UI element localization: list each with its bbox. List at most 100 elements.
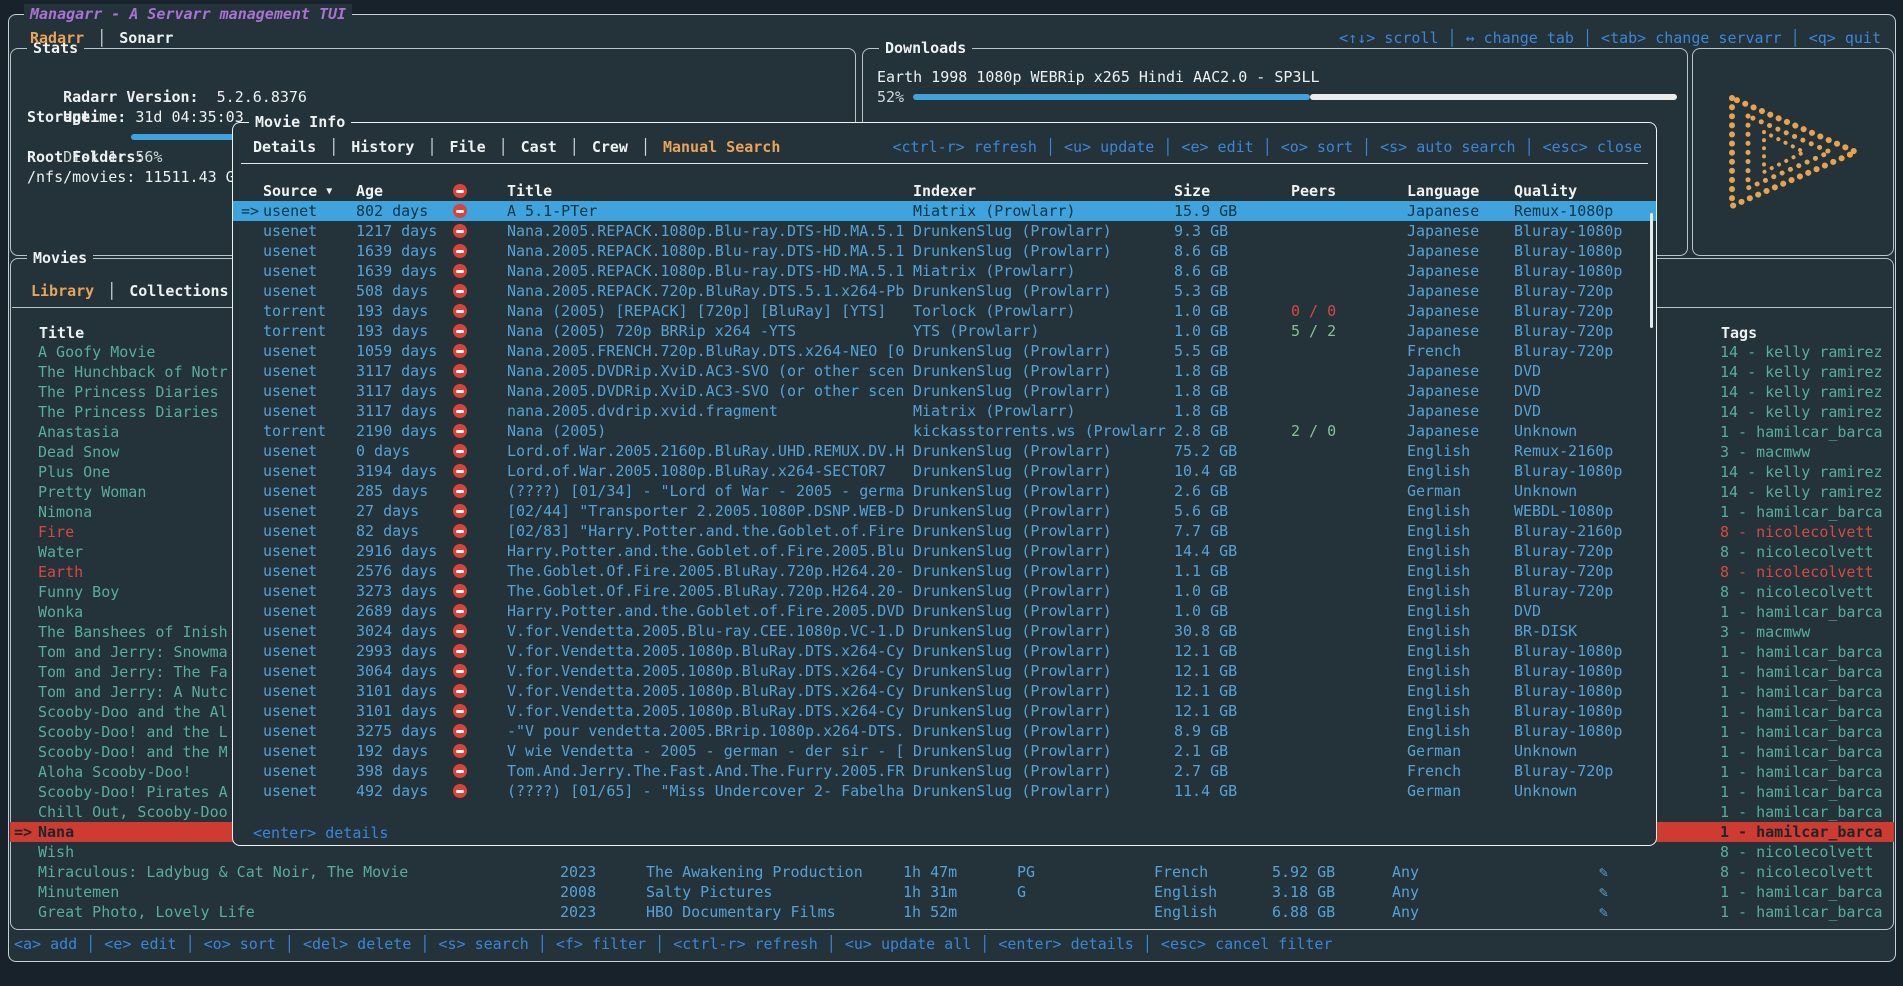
- movie-tag: 1 - hamilcar_barca: [1720, 742, 1883, 762]
- release-size: 75.2 GB: [1174, 441, 1237, 461]
- tab-cast[interactable]: Cast: [521, 137, 557, 157]
- tab-details[interactable]: Details: [253, 137, 316, 157]
- release-age: 1059 days: [356, 341, 437, 361]
- release-row[interactable]: usenet 3275 days -"V pour vendetta.2005.…: [233, 721, 1656, 741]
- release-row[interactable]: usenet 2576 days The.Goblet.Of.Fire.2005…: [233, 561, 1656, 581]
- tab-library[interactable]: Library: [31, 281, 94, 301]
- movies-tags-header[interactable]: Tags: [1721, 323, 1757, 343]
- movie-size: 3.18 GB: [1272, 882, 1335, 902]
- release-age: 1639 days: [356, 241, 437, 261]
- header-source[interactable]: Source ▼: [263, 181, 332, 202]
- release-row[interactable]: usenet 398 days Tom.And.Jerry.The.Fast.A…: [233, 761, 1656, 781]
- movie-title: Minutemen: [38, 882, 119, 902]
- header-indexer[interactable]: Indexer: [913, 181, 976, 201]
- tab-history[interactable]: History: [351, 137, 414, 157]
- movie-tag: 14 - kelly ramirez: [1720, 482, 1883, 502]
- release-row[interactable]: usenet 1639 days Nana.2005.REPACK.1080p.…: [233, 261, 1656, 281]
- tab-radarr[interactable]: Radarr: [30, 28, 84, 48]
- tab-file[interactable]: File: [450, 137, 486, 157]
- header-age[interactable]: Age: [356, 181, 383, 201]
- movie-tag: 14 - kelly ramirez: [1720, 462, 1883, 482]
- movie-row[interactable]: Great Photo, Lovely Life 2023 HBO Docume…: [10, 902, 1894, 922]
- release-row[interactable]: usenet 27 days [02/44] "Transporter 2.20…: [233, 501, 1656, 521]
- release-indexer: DrunkenSlug (Prowlarr): [913, 621, 1169, 641]
- header-quality[interactable]: Quality: [1514, 181, 1577, 201]
- release-list: => usenet 802 days A 5.1-PTer Miatrix (P…: [233, 201, 1656, 801]
- release-row[interactable]: usenet 3064 days V.for.Vendetta.2005.108…: [233, 661, 1656, 681]
- tab-sonarr[interactable]: Sonarr: [119, 28, 173, 48]
- movie-tag: 1 - hamilcar_barca: [1720, 502, 1883, 522]
- release-row[interactable]: usenet 2689 days Harry.Potter.and.the.Go…: [233, 601, 1656, 621]
- release-language: Japanese: [1407, 321, 1479, 341]
- release-quality: Bluray-1080p: [1514, 681, 1622, 701]
- header-title[interactable]: Title: [507, 181, 552, 201]
- tab-crew[interactable]: Crew: [592, 137, 628, 157]
- movie-tag: 1 - hamilcar_barca: [1720, 902, 1883, 922]
- release-quality: Bluray-720p: [1514, 541, 1613, 561]
- movie-row[interactable]: Miraculous: Ladybug & Cat Noir, The Movi…: [10, 862, 1894, 882]
- release-row[interactable]: => usenet 802 days A 5.1-PTer Miatrix (P…: [233, 201, 1656, 221]
- release-row[interactable]: usenet 0 days Lord.of.War.2005.2160p.Blu…: [233, 441, 1656, 461]
- release-row[interactable]: torrent 2190 days Nana (2005) kickasstor…: [233, 421, 1656, 441]
- release-row[interactable]: usenet 3101 days V.for.Vendetta.2005.108…: [233, 681, 1656, 701]
- modal-tabs-divider: [241, 163, 1648, 164]
- release-row[interactable]: usenet 2916 days Harry.Potter.and.the.Go…: [233, 541, 1656, 561]
- release-row[interactable]: usenet 3273 days The.Goblet.Of.Fire.2005…: [233, 581, 1656, 601]
- no-entry-icon: [453, 564, 467, 578]
- release-row[interactable]: usenet 3194 days Lord.of.War.2005.1080p.…: [233, 461, 1656, 481]
- movie-tag: 8 - nicolecolvett: [1720, 862, 1874, 882]
- release-source: usenet: [263, 261, 317, 281]
- release-row[interactable]: usenet 1639 days Nana.2005.REPACK.1080p.…: [233, 241, 1656, 261]
- release-indexer: DrunkenSlug (Prowlarr): [913, 361, 1169, 381]
- release-title: Nana (2005): [507, 421, 909, 441]
- no-entry-icon: [453, 424, 467, 438]
- release-row[interactable]: usenet 3117 days nana.2005.dvdrip.xvid.f…: [233, 401, 1656, 421]
- header-peers[interactable]: Peers: [1291, 181, 1336, 201]
- release-age: 3117 days: [356, 401, 437, 421]
- header-language[interactable]: Language: [1407, 181, 1479, 201]
- release-row[interactable]: usenet 1059 days Nana.2005.FRENCH.720p.B…: [233, 341, 1656, 361]
- release-row[interactable]: usenet 3117 days Nana.2005.DVDRip.XviD.A…: [233, 381, 1656, 401]
- release-indexer: Miatrix (Prowlarr): [913, 261, 1169, 281]
- release-title: Lord.of.War.2005.1080p.BluRay.x264-SECTO…: [507, 461, 909, 481]
- tab-collections[interactable]: Collections: [129, 281, 228, 301]
- release-age: 2916 days: [356, 541, 437, 561]
- release-age: 285 days: [356, 481, 428, 501]
- movie-row[interactable]: Minutemen 2008 Salty Pictures 1h 31m G E…: [10, 882, 1894, 902]
- release-language: English: [1407, 461, 1470, 481]
- release-title: Nana.2005.REPACK.1080p.Blu-ray.DTS-HD.MA…: [507, 221, 909, 241]
- release-row[interactable]: usenet 492 days (????) [01/65] - "Miss U…: [233, 781, 1656, 801]
- movie-title: Miraculous: Ladybug & Cat Noir, The Movi…: [38, 862, 408, 882]
- release-row[interactable]: torrent 193 days Nana (2005) [REPACK] [7…: [233, 301, 1656, 321]
- movies-title-header[interactable]: Title: [39, 323, 84, 343]
- release-indexer: DrunkenSlug (Prowlarr): [913, 221, 1169, 241]
- release-quality: Unknown: [1514, 421, 1577, 441]
- release-row[interactable]: usenet 192 days V wie Vendetta - 2005 - …: [233, 741, 1656, 761]
- release-row[interactable]: usenet 3101 days V.for.Vendetta.2005.108…: [233, 701, 1656, 721]
- release-row[interactable]: usenet 3117 days Nana.2005.DVDRip.XviD.A…: [233, 361, 1656, 381]
- release-row[interactable]: usenet 3024 days V.for.Vendetta.2005.Blu…: [233, 621, 1656, 641]
- release-source: usenet: [263, 701, 317, 721]
- movie-title: Tom and Jerry: Snowma: [38, 642, 228, 662]
- release-row[interactable]: torrent 193 days Nana (2005) 720p BRRip …: [233, 321, 1656, 341]
- release-row[interactable]: usenet 82 days [02/83] "Harry.Potter.and…: [233, 521, 1656, 541]
- movie-year: 2023: [560, 862, 596, 882]
- movie-tag: 1 - hamilcar_barca: [1720, 882, 1883, 902]
- release-row[interactable]: usenet 1217 days Nana.2005.REPACK.1080p.…: [233, 221, 1656, 241]
- release-quality: DVD: [1514, 401, 1541, 421]
- release-row[interactable]: usenet 508 days Nana.2005.REPACK.720p.Bl…: [233, 281, 1656, 301]
- release-language: Japanese: [1407, 241, 1479, 261]
- download-item-title[interactable]: Earth 1998 1080p WEBRip x265 Hindi AAC2.…: [877, 67, 1320, 87]
- no-entry-icon: [453, 664, 467, 678]
- release-indexer: DrunkenSlug (Prowlarr): [913, 601, 1169, 621]
- release-age: 82 days: [356, 521, 419, 541]
- release-row[interactable]: usenet 2993 days V.for.Vendetta.2005.108…: [233, 641, 1656, 661]
- release-row[interactable]: usenet 285 days (????) [01/34] - "Lord o…: [233, 481, 1656, 501]
- release-language: English: [1407, 441, 1470, 461]
- tab-manual-search[interactable]: Manual Search: [663, 137, 780, 157]
- modal-scrollbar[interactable]: [1650, 213, 1653, 328]
- release-indexer: DrunkenSlug (Prowlarr): [913, 741, 1169, 761]
- no-entry-icon: [453, 624, 467, 638]
- release-age: 192 days: [356, 741, 428, 761]
- header-size[interactable]: Size: [1174, 181, 1210, 201]
